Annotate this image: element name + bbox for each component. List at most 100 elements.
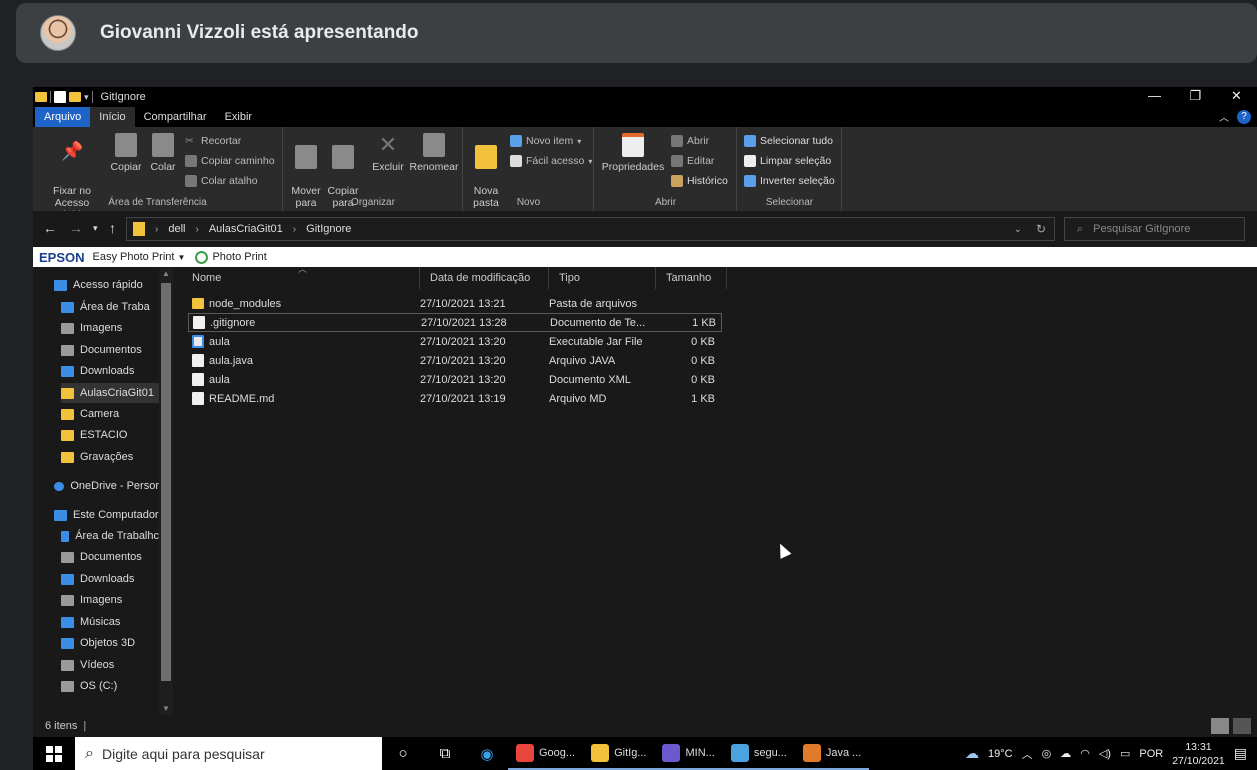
address-bar[interactable]: › dell › AulasCriaGit01 › GitIgnore ⌄ ↻ [126, 217, 1055, 241]
notifications-icon[interactable]: ▤ [1234, 745, 1247, 762]
tab-compartilhar[interactable]: Compartilhar [135, 107, 216, 127]
task-view-icon[interactable]: ⧉ [424, 745, 466, 762]
tab-exibir[interactable]: Exibir [216, 107, 262, 127]
delete-button[interactable]: ✕ Excluir [370, 133, 406, 174]
file-size: 1 KB [692, 316, 716, 329]
new-folder-quick-icon[interactable] [69, 92, 81, 102]
taskbar-app[interactable]: segu... [722, 737, 795, 770]
search-input[interactable]: ⌕ Pesquisar GitIgnore [1064, 217, 1245, 241]
nav-item[interactable]: Camera [61, 404, 159, 424]
nav-item[interactable]: Downloads [61, 569, 159, 589]
help-icon[interactable]: ? [1237, 109, 1251, 124]
nav-item[interactable]: Este Computador [54, 505, 159, 525]
taskbar-app[interactable]: Java ... [794, 737, 870, 770]
nav-item[interactable]: ESTACIO [61, 425, 159, 445]
recent-locations-button[interactable]: ▾ [93, 223, 98, 234]
easy-access-button[interactable]: Fácil acesso ▾ [510, 152, 592, 170]
nav-item[interactable]: Downloads📌 [61, 361, 173, 381]
scissors-icon: ✂ [185, 135, 194, 147]
battery-icon[interactable]: ▭ [1120, 747, 1130, 760]
wifi-icon[interactable]: ◠ [1080, 747, 1090, 760]
column-header-type[interactable]: Tipo [549, 267, 656, 289]
properties-button[interactable]: Propriedades [599, 133, 667, 173]
file-row[interactable]: node_modules 27/10/2021 13:21 Pasta de arq… [188, 294, 722, 313]
select-none-button[interactable]: Limpar seleção [744, 152, 831, 170]
rename-button[interactable]: Renomear [408, 133, 460, 173]
large-icons-view-button[interactable] [1233, 718, 1251, 734]
cut-button[interactable]: ✂ Recortar [185, 132, 241, 150]
paste-shortcut-button[interactable]: Colar atalho [185, 172, 258, 190]
forward-button[interactable]: → [69, 220, 83, 236]
scroll-up-icon[interactable]: ▲ [162, 269, 170, 278]
file-row[interactable]: README.md 27/10/2021 13:19 Arquivo MD 1 KB [188, 389, 722, 408]
file-row[interactable]: aula 27/10/2021 13:20 Documento XML 0 KB [188, 370, 722, 389]
address-dropdown-icon[interactable]: ⌄ [1014, 224, 1022, 235]
nav-item[interactable]: Imagens📌 [61, 318, 173, 338]
nav-item[interactable]: Gravações [61, 447, 159, 467]
nav-item[interactable]: OneDrive - Persor [54, 476, 159, 496]
breadcrumb-item[interactable]: dell [168, 223, 185, 235]
back-button[interactable]: ← [43, 220, 57, 236]
column-header-size[interactable]: Tamanho [656, 267, 727, 289]
nav-item[interactable]: Imagens [61, 590, 159, 610]
maximize-button[interactable]: ❐ [1175, 87, 1216, 105]
language-indicator[interactable]: POR [1139, 748, 1163, 760]
paste-button[interactable]: Colar [147, 133, 179, 173]
copy-path-button[interactable]: Copiar caminho [185, 152, 275, 170]
show-hidden-icons-icon[interactable]: ︿ [1022, 746, 1033, 762]
start-button[interactable] [33, 745, 75, 762]
scroll-down-icon[interactable]: ▼ [162, 704, 170, 713]
edit-button[interactable]: Editar [671, 152, 714, 170]
nav-item[interactable]: Área de Traba📌 [61, 297, 173, 317]
properties-quick-icon[interactable] [54, 91, 66, 103]
column-header-modified[interactable]: Data de modificação [420, 267, 549, 289]
nav-scrollbar[interactable]: ▲ ▼ [159, 267, 173, 715]
weather-icon[interactable]: ☁ [965, 745, 979, 762]
scrollbar-thumb[interactable] [161, 283, 171, 681]
nav-item[interactable]: Acesso rápido [54, 275, 159, 295]
history-button[interactable]: Histórico [671, 172, 728, 190]
volume-icon[interactable]: ◁) [1099, 747, 1111, 760]
nav-item[interactable]: Área de Trabalhc [61, 526, 159, 546]
file-row[interactable]: aula 27/10/2021 13:20 Executable Jar File 0… [188, 332, 722, 351]
open-button[interactable]: Abrir [671, 132, 709, 150]
file-row[interactable]: .gitignore 27/10/2021 13:28 Documento de T… [188, 313, 722, 332]
copy-button[interactable]: Copiar [109, 133, 143, 173]
taskbar-app[interactable]: MIN... [654, 737, 723, 770]
cortana-icon[interactable]: ○ [382, 745, 424, 762]
clock[interactable]: 13:31 27/10/2021 [1172, 740, 1225, 768]
nav-item[interactable]: Documentos [61, 547, 159, 567]
nav-item[interactable]: Objetos 3D [61, 633, 159, 653]
app-icon [591, 743, 610, 762]
nav-item[interactable]: Vídeos [61, 655, 159, 675]
photo-print-button[interactable]: Photo Print [195, 250, 267, 264]
collapse-ribbon-icon[interactable]: ︿ [1219, 109, 1229, 124]
weather-temp[interactable]: 19°C [988, 748, 1013, 760]
photo-print-icon [195, 250, 209, 264]
close-button[interactable]: ✕ [1216, 87, 1257, 105]
tab-arquivo[interactable]: Arquivo [35, 107, 91, 127]
details-view-button[interactable] [1211, 718, 1229, 734]
nav-item[interactable]: AulasCriaGit01 [61, 383, 159, 403]
nav-item[interactable]: OS (C:) [61, 676, 159, 696]
up-button[interactable]: ↑ [109, 220, 116, 236]
nav-item[interactable]: Documentos📌 [61, 340, 173, 360]
minimize-button[interactable]: — [1134, 87, 1175, 105]
taskbar-app[interactable]: GitIg... [583, 737, 655, 770]
invert-selection-button[interactable]: Inverter seleção [744, 172, 835, 190]
select-all-button[interactable]: Selecionar tudo [744, 132, 833, 150]
easy-photo-print-button[interactable]: Easy Photo Print ▼ [93, 251, 186, 263]
taskbar-app[interactable]: Goog... [508, 737, 584, 770]
taskbar-search-input[interactable]: ⌕ Digite aqui para pesquisar [75, 737, 382, 770]
customize-quick-access-icon[interactable]: ▾ [84, 92, 89, 103]
breadcrumb-item[interactable]: GitIgnore [306, 223, 351, 235]
breadcrumb-item[interactable]: AulasCriaGit01 [209, 223, 283, 235]
onedrive-icon[interactable]: ☁ [1060, 747, 1071, 760]
file-row[interactable]: aula.java 27/10/2021 13:20 Arquivo JAVA 0 K… [188, 351, 722, 370]
refresh-icon[interactable]: ↻ [1036, 222, 1046, 236]
meet-now-icon[interactable]: ◎ [1042, 747, 1052, 760]
tab-inicio[interactable]: Início [90, 107, 135, 127]
nav-item[interactable]: Músicas [61, 612, 159, 632]
new-item-button[interactable]: Novo item ▾ [510, 132, 581, 150]
edge-icon[interactable]: ◉ [466, 745, 508, 763]
